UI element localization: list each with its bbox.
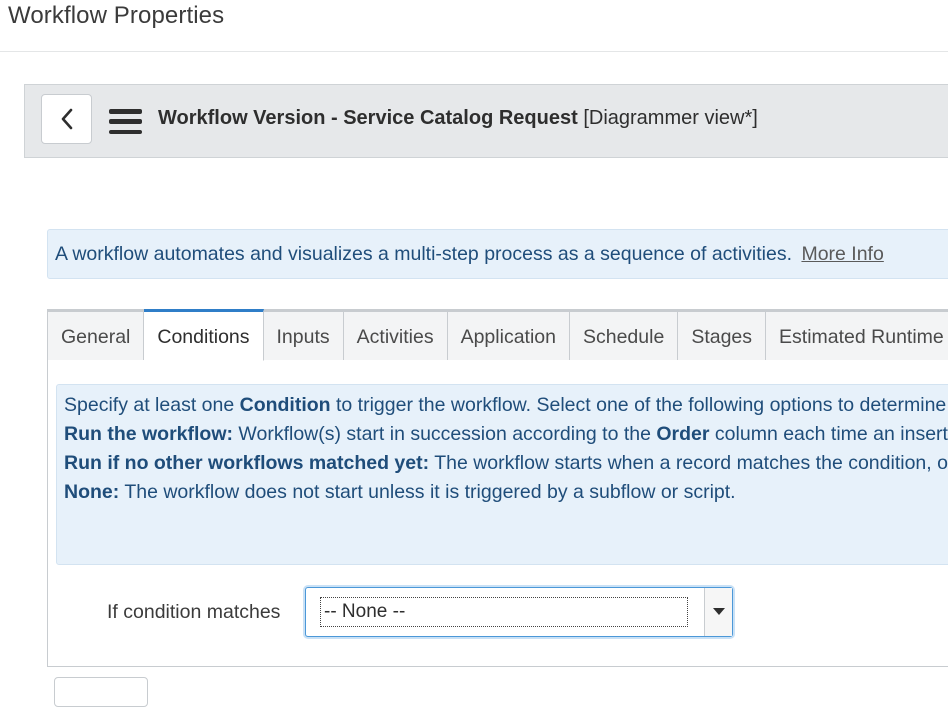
tab-panel: General Conditions Inputs Activities App… — [47, 309, 948, 667]
conditions-line-4: None: The workflow does not start unless… — [64, 478, 948, 507]
page-header: Workflow Properties — [0, 0, 948, 52]
form-title-view: [Diagrammer view*] — [583, 107, 758, 129]
text-bold: Order — [656, 423, 710, 445]
text: The workflow does not start unless it is… — [124, 481, 736, 503]
condition-select[interactable]: -- None -- — [305, 587, 733, 637]
text: The workflow starts when a record matche… — [434, 452, 948, 474]
condition-field-label: If condition matches — [107, 601, 281, 623]
tab-schedule[interactable]: Schedule — [569, 312, 679, 360]
form-title-main: Workflow Version - Service Catalog Reque… — [158, 107, 578, 129]
tab-activities[interactable]: Activities — [343, 312, 448, 360]
hamburger-menu-icon[interactable] — [109, 109, 142, 134]
conditions-line-1: Specify at least one Condition to trigge… — [64, 391, 948, 420]
text-bold: Run if no other workflows matched yet: — [64, 452, 430, 474]
text: column each time an inserted — [714, 423, 948, 445]
info-banner: A workflow automates and visualizes a mu… — [47, 229, 948, 279]
text: Workflow(s) start in succession accordin… — [238, 423, 651, 445]
tab-general[interactable]: General — [48, 312, 145, 360]
conditions-line-2: Run the workflow: Workflow(s) start in s… — [64, 420, 948, 449]
conditions-line-3: Run if no other workflows matched yet: T… — [64, 449, 948, 478]
tab-bar: General Conditions Inputs Activities App… — [48, 309, 948, 361]
info-banner-text: A workflow automates and visualizes a mu… — [55, 243, 793, 265]
text: to trigger the workflow. Select one of t… — [336, 394, 948, 416]
tab-conditions[interactable]: Conditions — [144, 309, 264, 361]
more-info-link[interactable]: More Info — [801, 243, 883, 265]
tab-estimated-runtime[interactable]: Estimated Runtime — [766, 312, 948, 360]
back-button[interactable] — [41, 94, 92, 144]
form-button[interactable] — [54, 677, 148, 707]
text-bold: None: — [64, 481, 120, 503]
tab-inputs[interactable]: Inputs — [263, 312, 344, 360]
text: Specify at least one — [64, 394, 235, 416]
tab-application[interactable]: Application — [447, 312, 570, 360]
caret-down-icon[interactable] — [704, 588, 732, 636]
form-header: Workflow Version - Service Catalog Reque… — [24, 84, 948, 158]
conditions-description: Specify at least one Condition to trigge… — [56, 384, 948, 565]
text-bold: Run the workflow: — [64, 423, 233, 445]
chevron-left-icon — [61, 108, 72, 130]
text-bold: Condition — [239, 394, 331, 416]
form-title: Workflow Version - Service Catalog Reque… — [158, 107, 758, 130]
page-title: Workflow Properties — [8, 2, 225, 29]
tab-stages[interactable]: Stages — [678, 312, 767, 360]
condition-select-value[interactable]: -- None -- — [320, 597, 688, 627]
